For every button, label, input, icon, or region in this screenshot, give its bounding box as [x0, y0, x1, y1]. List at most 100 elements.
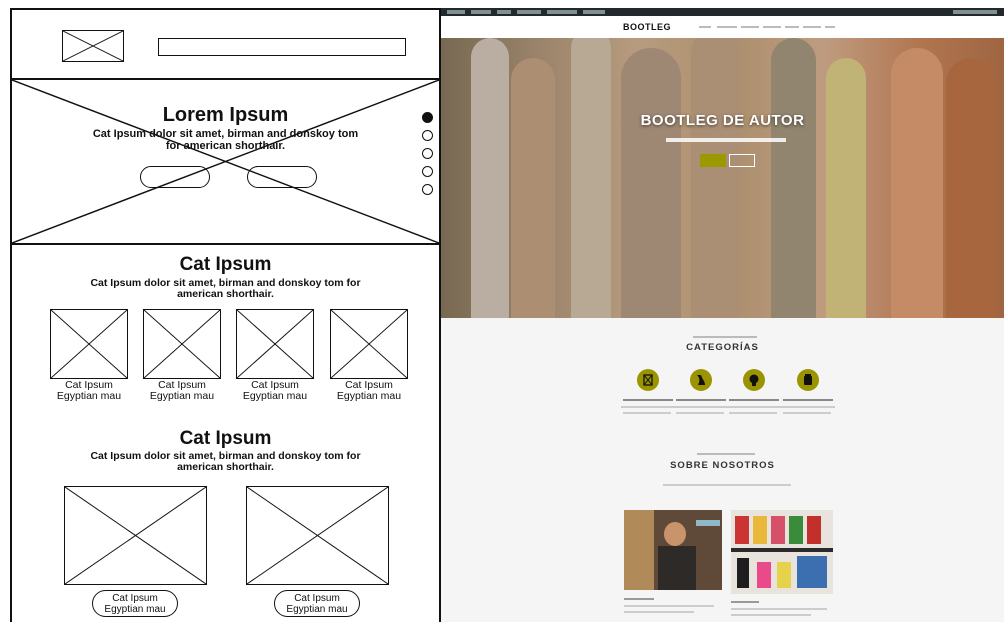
category-description [729, 412, 777, 414]
hero-primary-button[interactable] [700, 154, 726, 167]
website-screenshot: BOOTLEG BOOTLEG DE AUTOR CATEGORÍAS SOBR… [441, 8, 1004, 622]
hero-subtitle [666, 138, 786, 142]
product [771, 516, 785, 544]
admin-bar-item[interactable] [517, 10, 541, 14]
nav-link[interactable] [717, 26, 737, 28]
caption-line2: Egyptian mau [286, 604, 348, 615]
category-icon-bag[interactable] [637, 369, 659, 391]
wireframe-image-placeholder [330, 309, 408, 379]
about-intro [663, 484, 791, 486]
product [807, 516, 821, 544]
wireframe-nav-placeholder [158, 38, 406, 56]
caption-line2: Egyptian mau [104, 604, 166, 615]
categories-kicker [693, 336, 757, 338]
product [777, 562, 791, 588]
about-photo-products [731, 510, 833, 594]
about-card-text [624, 605, 714, 607]
photo-object [696, 520, 720, 526]
about-photo-person [624, 510, 722, 590]
wireframe-logo-placeholder [62, 30, 124, 62]
admin-bar-account[interactable] [953, 10, 997, 14]
admin-bar-item[interactable] [497, 10, 511, 14]
wireframe-caption-button[interactable]: Cat Ipsum Egyptian mau [92, 590, 178, 617]
wireframe-image-placeholder [246, 486, 389, 585]
product [735, 516, 749, 544]
category-label[interactable] [676, 399, 726, 401]
about-card-text [731, 608, 827, 610]
wireframe-panel: Lorem Ipsum Cat Ipsum dolor sit amet, bi… [10, 8, 441, 622]
hero-banner: BOOTLEG DE AUTOR [441, 38, 1004, 318]
wireframe-caption: Cat Ipsum Egyptian mau [45, 380, 133, 402]
wireframe-section2-title: Cat Ipsum [179, 428, 272, 449]
wireframe-header [12, 10, 439, 80]
category-label[interactable] [623, 399, 673, 401]
nav-link[interactable] [825, 26, 835, 28]
admin-bar-item[interactable] [447, 10, 465, 14]
wireframe-hero-button[interactable] [247, 166, 317, 188]
hero-secondary-button[interactable] [729, 154, 755, 167]
slider-dot-active[interactable] [422, 112, 433, 123]
wireframe-section2-subtitle: Cat Ipsum dolor sit amet, birman and don… [90, 450, 361, 473]
admin-bar-item[interactable] [583, 10, 605, 14]
category-label[interactable] [783, 399, 833, 401]
product [789, 516, 803, 544]
slider-dot[interactable] [422, 130, 433, 141]
wireframe-section1-title: Cat Ipsum [179, 254, 272, 275]
wireframe-image-placeholder [143, 309, 221, 379]
admin-bar-item[interactable] [471, 10, 491, 14]
category-icon-head[interactable] [743, 369, 765, 391]
wireframe-caption: Cat Ipsum Egyptian mau [325, 380, 413, 402]
wireframe-caption-button[interactable]: Cat Ipsum Egyptian mau [274, 590, 360, 617]
slider-dot[interactable] [422, 148, 433, 159]
about-card-text [624, 611, 694, 613]
category-icon-jar[interactable] [797, 369, 819, 391]
wireframe-hero: Lorem Ipsum Cat Ipsum dolor sit amet, bi… [12, 80, 439, 245]
product [797, 556, 827, 588]
nav-link[interactable] [741, 26, 759, 28]
category-icon-shoe[interactable] [690, 369, 712, 391]
slider-dot[interactable] [422, 184, 433, 195]
category-description [623, 412, 671, 414]
category-description [727, 406, 781, 408]
admin-bar [441, 8, 1004, 16]
wireframe-image-placeholder [50, 309, 128, 379]
caption-line2: Egyptian mau [149, 390, 215, 402]
wireframe-hero-subtitle: Cat Ipsum dolor sit amet, birman and don… [92, 128, 359, 152]
category-description [676, 412, 724, 414]
admin-bar-item[interactable] [547, 10, 577, 14]
product [757, 562, 771, 588]
hero-overlay [441, 38, 1004, 318]
caption-line2: Egyptian mau [336, 390, 402, 402]
slider-dot[interactable] [422, 166, 433, 177]
category-description [674, 406, 728, 408]
nav-link[interactable] [699, 26, 711, 28]
wireframe-caption: Cat Ipsum Egyptian mau [138, 380, 226, 402]
site-logo[interactable]: BOOTLEG [623, 22, 671, 32]
wireframe-section1-subtitle: Cat Ipsum dolor sit amet, birman and don… [90, 277, 361, 300]
product [753, 516, 767, 544]
site-navbar: BOOTLEG [441, 16, 1004, 38]
category-label[interactable] [729, 399, 779, 401]
nav-link[interactable] [763, 26, 781, 28]
caption-line1: Cat Ipsum [294, 593, 340, 604]
category-description [783, 412, 831, 414]
photo-body [658, 546, 696, 590]
caption-line2: Egyptian mau [242, 390, 308, 402]
categories-title: CATEGORÍAS [686, 342, 759, 353]
wireframe-image-placeholder [64, 486, 207, 585]
wireframe-caption: Cat Ipsum Egyptian mau [231, 380, 319, 402]
wireframe-image-placeholder [236, 309, 314, 379]
product [737, 558, 749, 588]
nav-link[interactable] [803, 26, 821, 28]
shelf [731, 548, 833, 552]
wireframe-hero-title: Lorem Ipsum [162, 104, 289, 126]
about-card-title [731, 601, 759, 603]
category-description [781, 406, 835, 408]
about-title: SOBRE NOSOTROS [670, 460, 775, 471]
nav-link[interactable] [785, 26, 799, 28]
photo-face [664, 522, 686, 546]
photo-shelf [624, 510, 654, 590]
about-kicker [697, 453, 755, 455]
wireframe-hero-button[interactable] [140, 166, 210, 188]
about-card-text [731, 614, 811, 616]
